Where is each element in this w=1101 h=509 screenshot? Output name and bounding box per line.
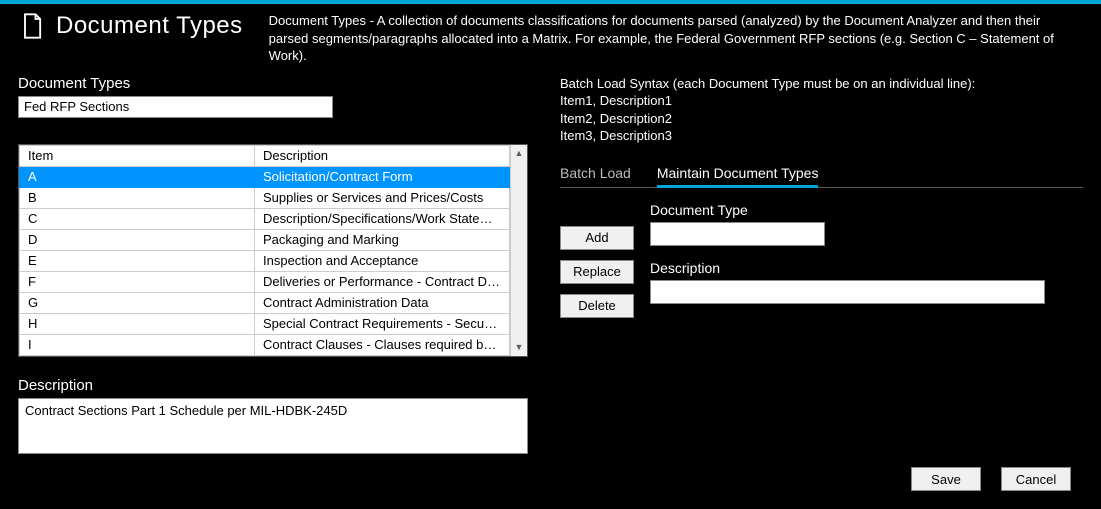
replace-button[interactable]: Replace — [560, 260, 634, 284]
description-label: Description — [18, 377, 540, 394]
page-title: Document Types — [56, 12, 243, 40]
page-header: Document Types Document Types - A collec… — [0, 4, 1101, 75]
cell-description: Description/Specifications/Work Statemen… — [255, 208, 510, 229]
tab-maintain[interactable]: Maintain Document Types — [657, 161, 819, 188]
scroll-up-icon[interactable]: ▲ — [511, 145, 527, 162]
cancel-button[interactable]: Cancel — [1001, 467, 1071, 491]
description-field-label: Description — [650, 260, 1083, 276]
doctypes-table[interactable]: Item Description ASolicitation/Contract … — [19, 145, 510, 356]
cell-item: C — [20, 208, 255, 229]
doctype-field-label: Document Type — [650, 202, 1083, 218]
table-row[interactable]: GContract Administration Data — [20, 292, 510, 313]
cell-description: Solicitation/Contract Form — [255, 166, 510, 187]
batch-syntax-help: Batch Load Syntax (each Document Type mu… — [560, 75, 1083, 145]
description-textarea[interactable] — [18, 398, 528, 454]
footer-buttons: Save Cancel — [911, 467, 1071, 491]
table-row[interactable]: CDescription/Specifications/Work Stateme… — [20, 208, 510, 229]
table-row[interactable]: IContract Clauses - Clauses required by … — [20, 334, 510, 355]
cell-item: E — [20, 250, 255, 271]
cell-item: G — [20, 292, 255, 313]
syntax-line: Item2, Description2 — [560, 110, 1083, 128]
cell-item: F — [20, 271, 255, 292]
doctypes-table-wrap: Item Description ASolicitation/Contract … — [18, 144, 528, 357]
tab-batch-load[interactable]: Batch Load — [560, 161, 631, 188]
description-field[interactable] — [650, 280, 1045, 304]
doctype-name-input[interactable] — [18, 96, 333, 118]
cell-description: Contract Administration Data — [255, 292, 510, 313]
tabs: Batch Load Maintain Document Types — [560, 161, 1083, 188]
syntax-line: Item1, Description1 — [560, 92, 1083, 110]
cell-description: Packaging and Marking — [255, 229, 510, 250]
table-row[interactable]: DPackaging and Marking — [20, 229, 510, 250]
cell-item: H — [20, 313, 255, 334]
table-header-item[interactable]: Item — [20, 145, 255, 166]
delete-button[interactable]: Delete — [560, 294, 634, 318]
cell-item: B — [20, 187, 255, 208]
cell-item: D — [20, 229, 255, 250]
syntax-line: Item3, Description3 — [560, 127, 1083, 145]
table-row[interactable]: HSpecial Contract Requirements - Securit… — [20, 313, 510, 334]
save-button[interactable]: Save — [911, 467, 981, 491]
document-icon — [18, 12, 46, 40]
page-description: Document Types - A collection of documen… — [269, 12, 1083, 65]
doctype-field[interactable] — [650, 222, 825, 246]
cell-description: Contract Clauses - Clauses required by P… — [255, 334, 510, 355]
scroll-down-icon[interactable]: ▼ — [511, 339, 527, 356]
header-left: Document Types — [18, 12, 243, 40]
cell-description: Deliveries or Performance - Contract Del… — [255, 271, 510, 292]
doctypes-label: Document Types — [18, 75, 540, 92]
table-header-description[interactable]: Description — [255, 145, 510, 166]
cell-description: Supplies or Services and Prices/Costs — [255, 187, 510, 208]
syntax-line: Batch Load Syntax (each Document Type mu… — [560, 75, 1083, 93]
table-row[interactable]: BSupplies or Services and Prices/Costs — [20, 187, 510, 208]
scroll-track[interactable] — [511, 162, 527, 339]
cell-item: A — [20, 166, 255, 187]
table-scrollbar[interactable]: ▲ ▼ — [510, 145, 527, 356]
table-row[interactable]: EInspection and Acceptance — [20, 250, 510, 271]
table-row[interactable]: ASolicitation/Contract Form — [20, 166, 510, 187]
table-row[interactable]: FDeliveries or Performance - Contract De… — [20, 271, 510, 292]
maintain-form: Add Replace Delete Document Type Descrip… — [560, 202, 1083, 328]
cell-item: I — [20, 334, 255, 355]
add-button[interactable]: Add — [560, 226, 634, 250]
cell-description: Inspection and Acceptance — [255, 250, 510, 271]
cell-description: Special Contract Requirements - Security… — [255, 313, 510, 334]
